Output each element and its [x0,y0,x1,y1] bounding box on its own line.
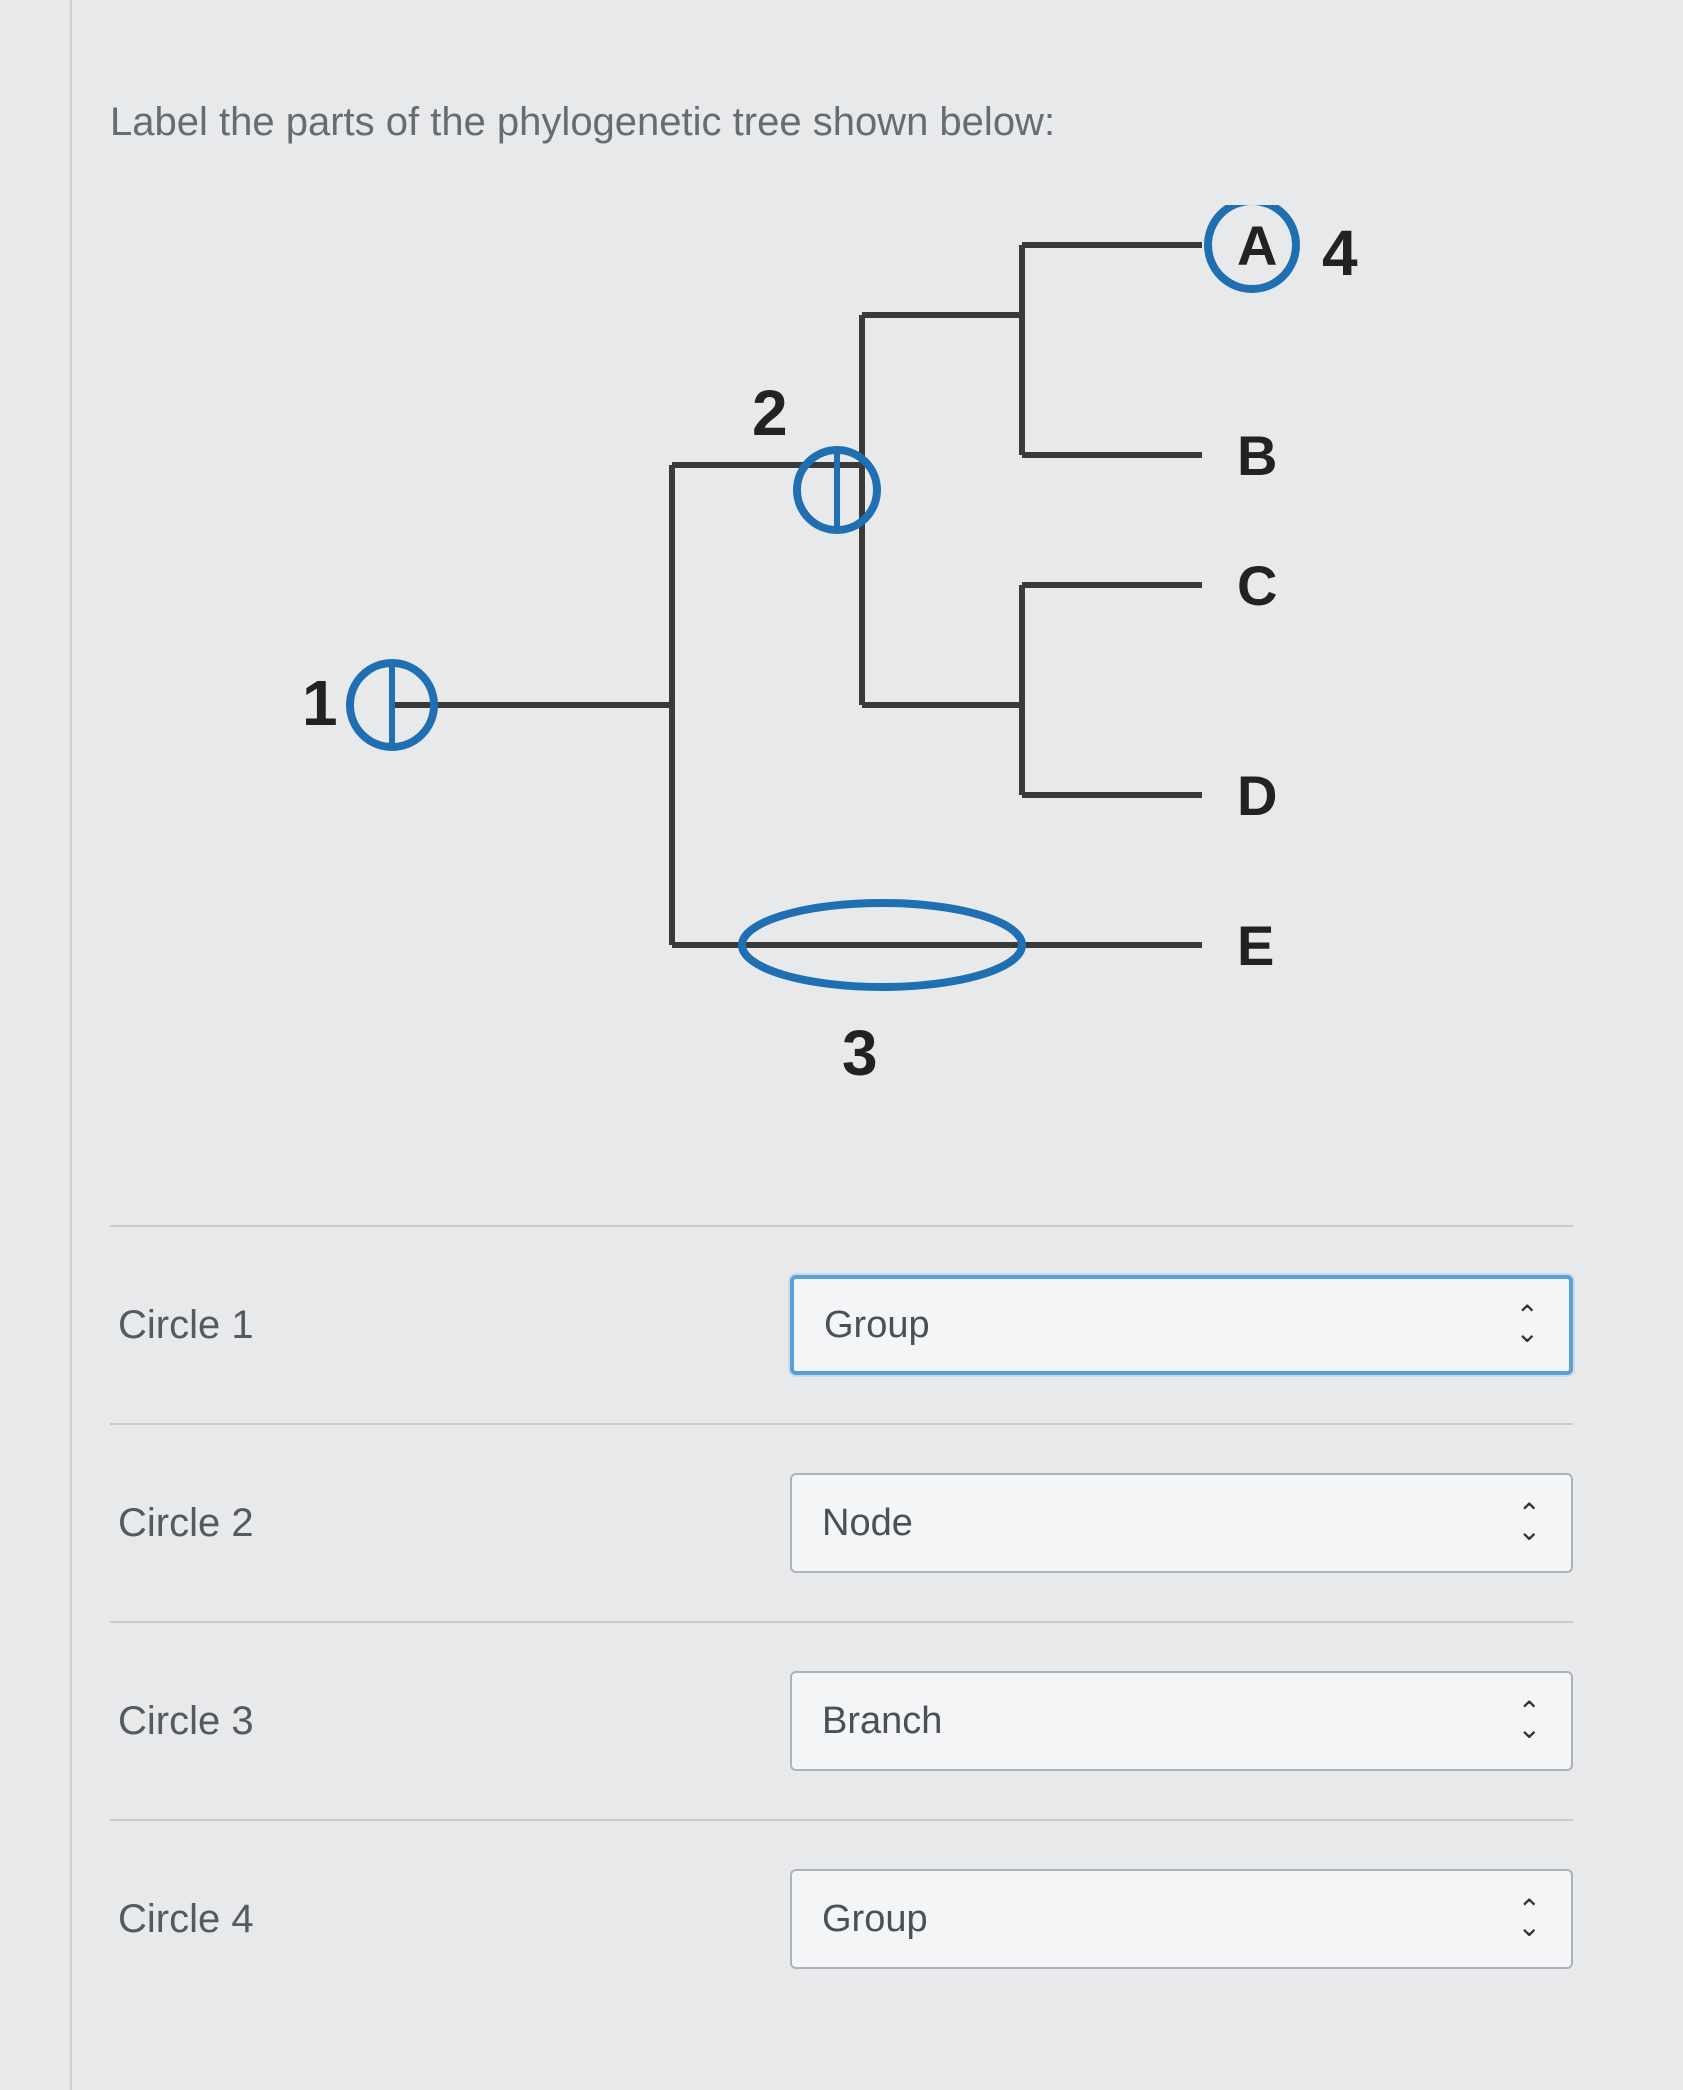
chevron-updown-icon: ⌃⌄ [1518,1902,1541,1936]
row-label: Circle 1 [110,1303,790,1348]
row-label: Circle 2 [110,1501,790,1546]
select-circle-2[interactable]: Node ⌃⌄ [790,1473,1573,1573]
select-wrap: Group ⌃⌄ [790,1869,1573,1969]
label-4: 4 [1322,217,1358,289]
question-container: Label the parts of the phylogenetic tree… [0,0,1683,2017]
answer-row-circle-1: Circle 1 Group ⌃⌄ [110,1225,1573,1423]
row-label: Circle 3 [110,1699,790,1744]
label-1: 1 [302,667,338,739]
select-value: Node [822,1502,913,1545]
select-value: Branch [822,1700,942,1743]
answer-row-circle-2: Circle 2 Node ⌃⌄ [110,1423,1573,1621]
select-value: Group [822,1898,928,1941]
question-prompt: Label the parts of the phylogenetic tree… [110,100,1573,145]
chevron-updown-icon: ⌃⌄ [1518,1704,1541,1738]
row-label: Circle 4 [110,1897,790,1942]
select-value: Group [824,1304,930,1347]
select-circle-1[interactable]: Group ⌃⌄ [790,1275,1573,1375]
tip-e: E [1237,914,1274,977]
answers-list: Circle 1 Group ⌃⌄ Circle 2 Node ⌃⌄ Circl… [110,1225,1573,2017]
select-circle-3[interactable]: Branch ⌃⌄ [790,1671,1573,1771]
tip-a: A [1237,214,1277,277]
tip-b: B [1237,424,1277,487]
select-circle-4[interactable]: Group ⌃⌄ [790,1869,1573,1969]
tip-c: C [1237,554,1277,617]
figure-wrap: 1 2 3 4 A B C D E [110,205,1573,1105]
label-3: 3 [842,1017,878,1089]
chevron-updown-icon: ⌃⌄ [1516,1308,1539,1342]
select-wrap: Branch ⌃⌄ [790,1671,1573,1771]
select-wrap: Group ⌃⌄ [790,1275,1573,1375]
tip-d: D [1237,764,1277,827]
answer-row-circle-3: Circle 3 Branch ⌃⌄ [110,1621,1573,1819]
label-2: 2 [752,377,788,449]
select-wrap: Node ⌃⌄ [790,1473,1573,1573]
answer-row-circle-4: Circle 4 Group ⌃⌄ [110,1819,1573,2017]
chevron-updown-icon: ⌃⌄ [1518,1506,1541,1540]
phylogenetic-tree-figure: 1 2 3 4 A B C D E [242,205,1442,1105]
